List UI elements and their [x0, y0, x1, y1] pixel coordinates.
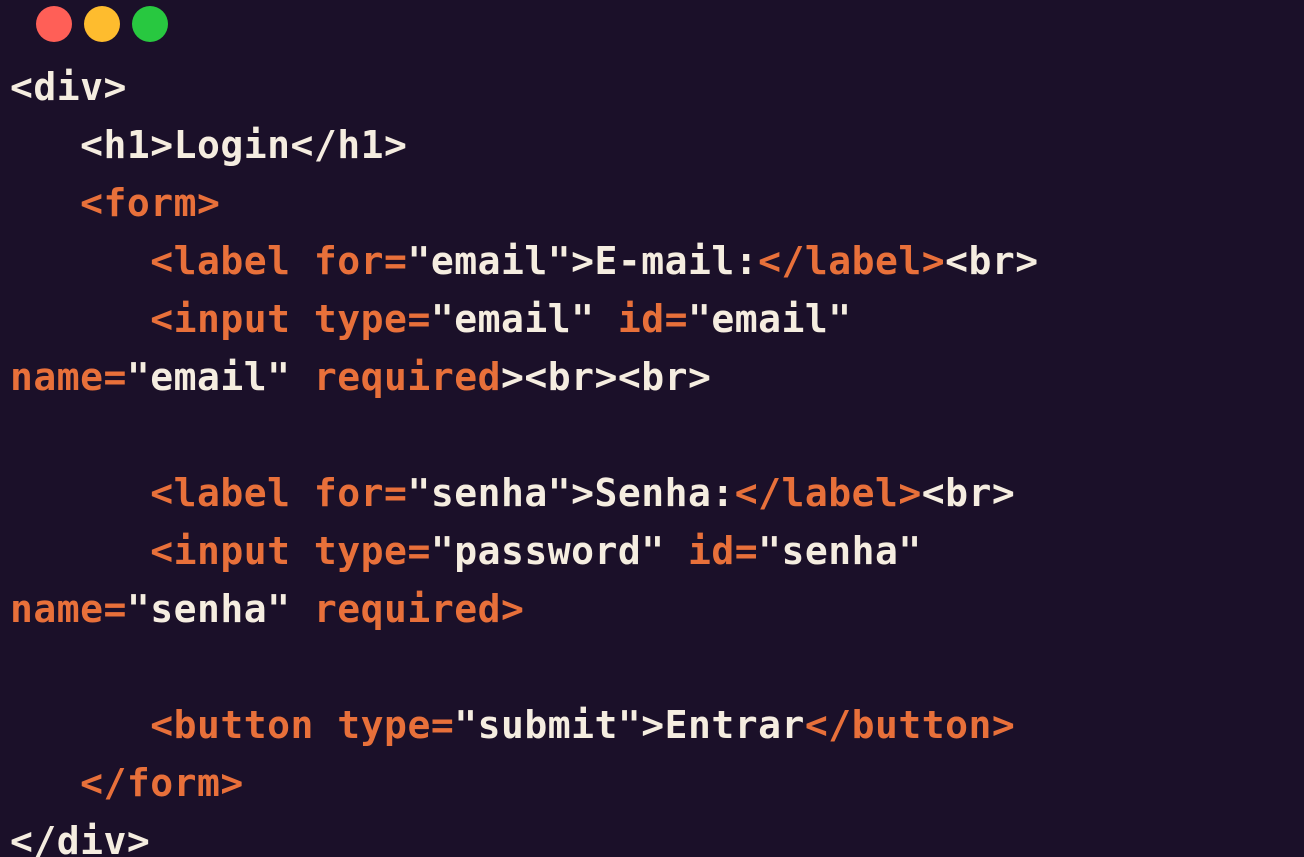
code-text-token: "email">E-mail: [407, 239, 759, 283]
code-text-token: "email" [126, 355, 291, 399]
maximize-dot-icon[interactable] [132, 6, 168, 42]
code-block: <div> <h1>Login</h1> <form> <label for="… [10, 58, 1039, 857]
code-line: </form> [10, 754, 1039, 812]
code-text-token: <br> [945, 239, 1039, 283]
code-line: <label for="senha">Senha:</label><br> [10, 464, 1039, 522]
code-text-token: "password" [430, 529, 665, 573]
minimize-dot-icon[interactable] [84, 6, 120, 42]
code-keyword-token: required> [290, 587, 525, 631]
code-line: </div> [10, 812, 1039, 857]
code-line: <button type="submit">Entrar</button> [10, 696, 1039, 754]
code-line: name="email" required><br><br> [10, 348, 1039, 406]
close-dot-icon[interactable] [36, 6, 72, 42]
code-text-token: "senha" [758, 529, 922, 573]
code-line: name="senha" required> [10, 580, 1039, 638]
code-text-token: "submit">Entrar [454, 703, 805, 747]
code-keyword-token: required [290, 355, 501, 399]
code-keyword-token: </button> [804, 703, 1016, 747]
code-text-token: <div> [10, 65, 127, 109]
code-line: <form> [10, 174, 1039, 232]
code-keyword-token: <button type= [150, 703, 455, 747]
code-text-token: <br> [921, 471, 1016, 515]
code-line: <label for="email">E-mail:</label><br> [10, 232, 1039, 290]
code-keyword-token: </form> [80, 761, 244, 805]
code-keyword-token: name= [10, 587, 127, 631]
code-keyword-token: name= [10, 355, 127, 399]
code-line: <input type="email" id="email" [10, 290, 1039, 348]
code-keyword-token: id= [594, 297, 688, 341]
code-keyword-token: id= [664, 529, 759, 573]
code-text-token: <h1>Login</h1> [80, 123, 408, 167]
code-keyword-token: <form> [80, 181, 221, 225]
code-text-token: ><br><br> [500, 355, 712, 399]
code-text-token: "senha" [126, 587, 291, 631]
code-line: <input type="password" id="senha" [10, 522, 1039, 580]
code-text-token: "email" [430, 297, 595, 341]
code-keyword-token: </label> [734, 471, 922, 515]
code-text-token: </div> [10, 819, 151, 857]
code-line: <div> [10, 58, 1039, 116]
code-text-token: "email" [688, 297, 852, 341]
code-keyword-token: <label for= [150, 471, 408, 515]
code-keyword-token: <label for= [150, 239, 408, 283]
code-keyword-token: <input type= [150, 297, 431, 341]
code-keyword-token: <input type= [150, 529, 431, 573]
code-keyword-token: </label> [758, 239, 946, 283]
code-window: <div> <h1>Login</h1> <form> <label for="… [0, 0, 1304, 857]
code-line: <h1>Login</h1> [10, 116, 1039, 174]
code-text-token: "senha">Senha: [407, 471, 735, 515]
